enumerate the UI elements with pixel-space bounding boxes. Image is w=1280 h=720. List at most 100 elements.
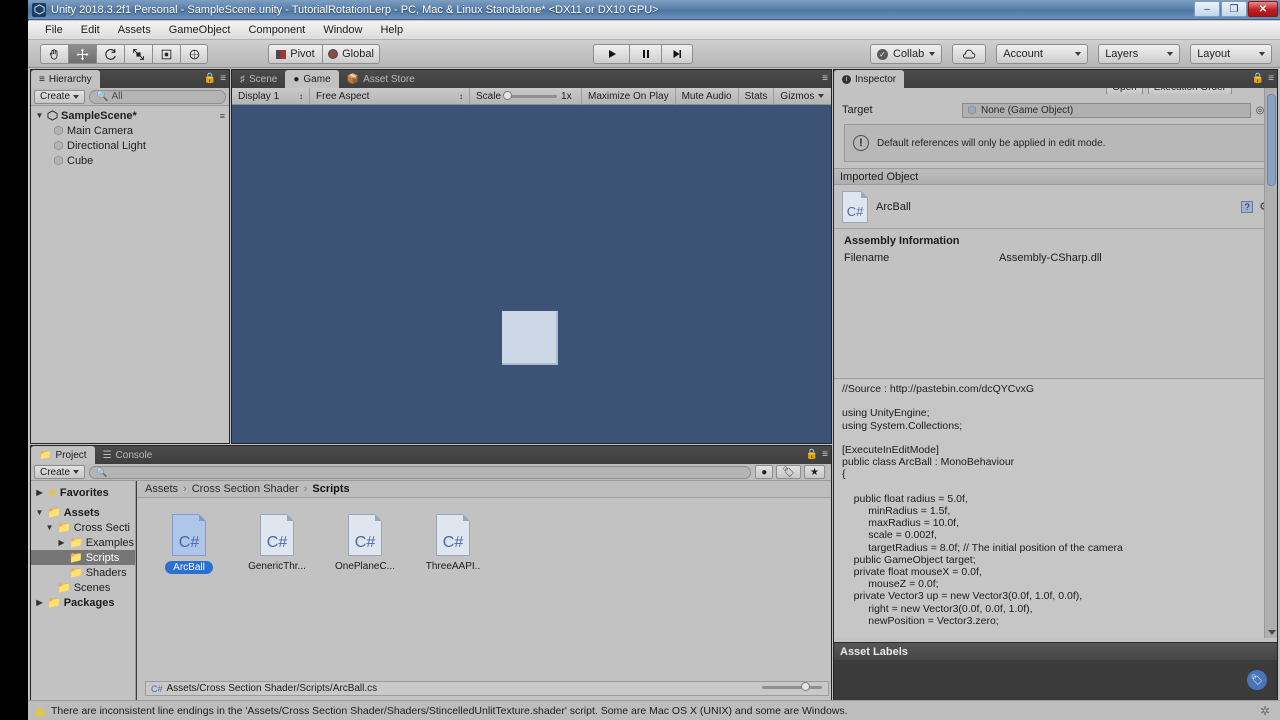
scene-grid-icon: ♯ [240, 73, 245, 85]
layout-button[interactable]: Layout [1190, 44, 1273, 64]
collab-button[interactable]: ✓ Collab [870, 44, 943, 64]
project-tree-item-cross-section[interactable]: ▼ 📁 Cross Secti [31, 520, 135, 535]
lock-icon[interactable]: 🔒 [806, 449, 818, 460]
execution-order-button[interactable]: Execution Order [1147, 88, 1232, 94]
maximize-button[interactable]: ❐ [1221, 1, 1247, 17]
thumbnail-size-knob[interactable] [801, 682, 810, 691]
close-button[interactable]: ✕ [1248, 1, 1278, 17]
gizmos-dropdown[interactable]: Gizmos [774, 88, 830, 105]
pause-button[interactable] [629, 44, 661, 64]
tab-project[interactable]: 📁 Project [31, 446, 95, 464]
panel-menu-icon[interactable]: ≡ [220, 73, 226, 84]
scale-slider-knob[interactable] [503, 91, 513, 100]
play-button[interactable] [593, 44, 629, 64]
filter-label-icon[interactable]: 🏷 [776, 465, 802, 479]
target-object-field[interactable]: None (Game Object) [962, 102, 1251, 118]
filter-favorite-icon[interactable]: ★ [804, 465, 825, 479]
filter-type-icon[interactable]: ● [755, 465, 774, 479]
project-tree-item-packages[interactable]: ▶ 📁 Packages [31, 595, 135, 610]
game-view-tab-options[interactable]: ≡ [822, 73, 828, 84]
scale-slider[interactable] [503, 91, 558, 100]
project-tree-item-shaders[interactable]: 📁 Shaders [31, 565, 135, 580]
project-search-input[interactable]: 🔍 [89, 465, 752, 479]
help-icon[interactable]: ? [1241, 200, 1254, 213]
menu-file[interactable]: File [36, 22, 72, 38]
project-tree-item-scenes[interactable]: 📁 Scenes [31, 580, 135, 595]
panel-menu-icon[interactable]: ≡ [822, 73, 828, 84]
move-tool-button[interactable] [68, 44, 96, 64]
hierarchy-search-input[interactable]: 🔍 All [89, 89, 226, 104]
project-tree-item-examples[interactable]: ▶ 📁 Examples [31, 535, 135, 550]
asset-item-arcball[interactable]: C# ArcBall [159, 514, 219, 574]
account-button[interactable]: Account [996, 44, 1089, 64]
chevron-down-icon[interactable]: ▼ [35, 111, 44, 120]
inspector-tab-options[interactable]: 🔒 ≡ [1252, 73, 1274, 84]
step-button[interactable] [661, 44, 693, 64]
maximize-on-play-toggle[interactable]: Maximize On Play [582, 87, 676, 105]
scroll-down-icon[interactable] [1268, 630, 1276, 635]
hierarchy-create-button[interactable]: Create [34, 89, 86, 104]
tab-asset-store[interactable]: 📦 Asset Store [339, 70, 423, 88]
tab-hierarchy[interactable]: ≡ Hierarchy [31, 70, 100, 88]
menu-gameobject[interactable]: GameObject [160, 22, 240, 38]
breadcrumb-scripts[interactable]: Scripts [312, 483, 349, 495]
rect-tool-button[interactable] [152, 44, 180, 64]
panel-menu-icon[interactable]: ≡ [1268, 73, 1274, 84]
asset-item-genericthr[interactable]: C# GenericThr... [247, 514, 307, 574]
project-create-button[interactable]: Create [34, 465, 86, 479]
game-render-area[interactable] [232, 105, 831, 443]
hierarchy-item-directional-light[interactable]: Directional Light [31, 138, 229, 153]
tab-scene[interactable]: ♯ Scene [232, 70, 285, 88]
project-tree-item-assets[interactable]: ▼ 📁 Assets [31, 505, 135, 520]
tab-console[interactable]: ☰ Console [95, 446, 161, 464]
pivot-button[interactable]: Pivot [268, 44, 322, 64]
chevron-down-icon[interactable]: ▼ [45, 523, 54, 532]
breadcrumb-cross-section[interactable]: Cross Section Shader [192, 483, 299, 495]
hierarchy-item-cube[interactable]: Cube [31, 153, 229, 168]
asset-item-threeaapi[interactable]: C# ThreeAAPI.. [423, 514, 483, 574]
panel-menu-icon[interactable]: ≡ [822, 449, 828, 460]
thumbnail-size-slider[interactable] [762, 686, 822, 689]
chevron-down-icon [1259, 52, 1266, 56]
hierarchy-tab-options[interactable]: 🔒 ≡ [204, 73, 226, 84]
hierarchy-item-main-camera[interactable]: Main Camera [31, 123, 229, 138]
add-label-button[interactable]: 🏷 [1247, 670, 1267, 690]
chevron-right-icon[interactable]: ▶ [35, 598, 44, 607]
chevron-right-icon[interactable]: ▶ [57, 538, 66, 547]
stats-toggle[interactable]: Stats [739, 87, 775, 105]
project-tree-item-scripts[interactable]: 📁 Scripts [31, 550, 135, 565]
hand-tool-button[interactable] [40, 44, 68, 64]
mute-audio-toggle[interactable]: Mute Audio [676, 87, 739, 105]
rotate-tool-button[interactable] [96, 44, 124, 64]
tab-game[interactable]: ● Game [285, 70, 339, 88]
project-tab-options[interactable]: 🔒 ≡ [806, 449, 828, 460]
project-tree-item-favorites[interactable]: ▶ ★ Favorites [31, 485, 135, 500]
scale-tool-button[interactable] [124, 44, 152, 64]
aspect-dropdown[interactable]: Free Aspect ↕ [310, 87, 470, 105]
status-bar[interactable]: There are inconsistent line endings in t… [28, 700, 1280, 720]
tab-inspector[interactable]: i Inspector [834, 70, 905, 88]
lock-icon[interactable]: 🔒 [204, 73, 216, 84]
hierarchy-scene-row[interactable]: ▼ SampleScene* ≡ [31, 108, 229, 123]
cloud-button[interactable] [952, 44, 987, 64]
breadcrumb-assets[interactable]: Assets [145, 483, 178, 495]
inspector-scrollbar[interactable] [1264, 88, 1277, 638]
menu-assets[interactable]: Assets [109, 22, 160, 38]
menu-window[interactable]: Window [314, 22, 371, 38]
transform-tool-button[interactable] [180, 44, 208, 64]
menu-component[interactable]: Component [239, 22, 314, 38]
menu-edit[interactable]: Edit [72, 22, 109, 38]
open-script-button[interactable]: Open [1106, 88, 1143, 94]
display-dropdown[interactable]: Display 1 ↕ [232, 87, 310, 105]
inspector-scroll-thumb[interactable] [1267, 94, 1276, 186]
menu-help[interactable]: Help [371, 22, 412, 38]
scene-menu-icon[interactable]: ≡ [220, 111, 225, 121]
minimize-button[interactable]: – [1194, 1, 1220, 17]
chevron-right-icon[interactable]: ▶ [35, 488, 44, 497]
handle-rotation-button[interactable]: Global [322, 44, 380, 64]
scale-slider-group[interactable]: Scale 1x [470, 87, 582, 105]
layers-button[interactable]: Layers [1098, 44, 1181, 64]
lock-icon[interactable]: 🔒 [1252, 73, 1264, 84]
asset-item-oneplanec[interactable]: C# OnePlaneC... [335, 514, 395, 574]
chevron-down-icon[interactable]: ▼ [35, 508, 44, 517]
